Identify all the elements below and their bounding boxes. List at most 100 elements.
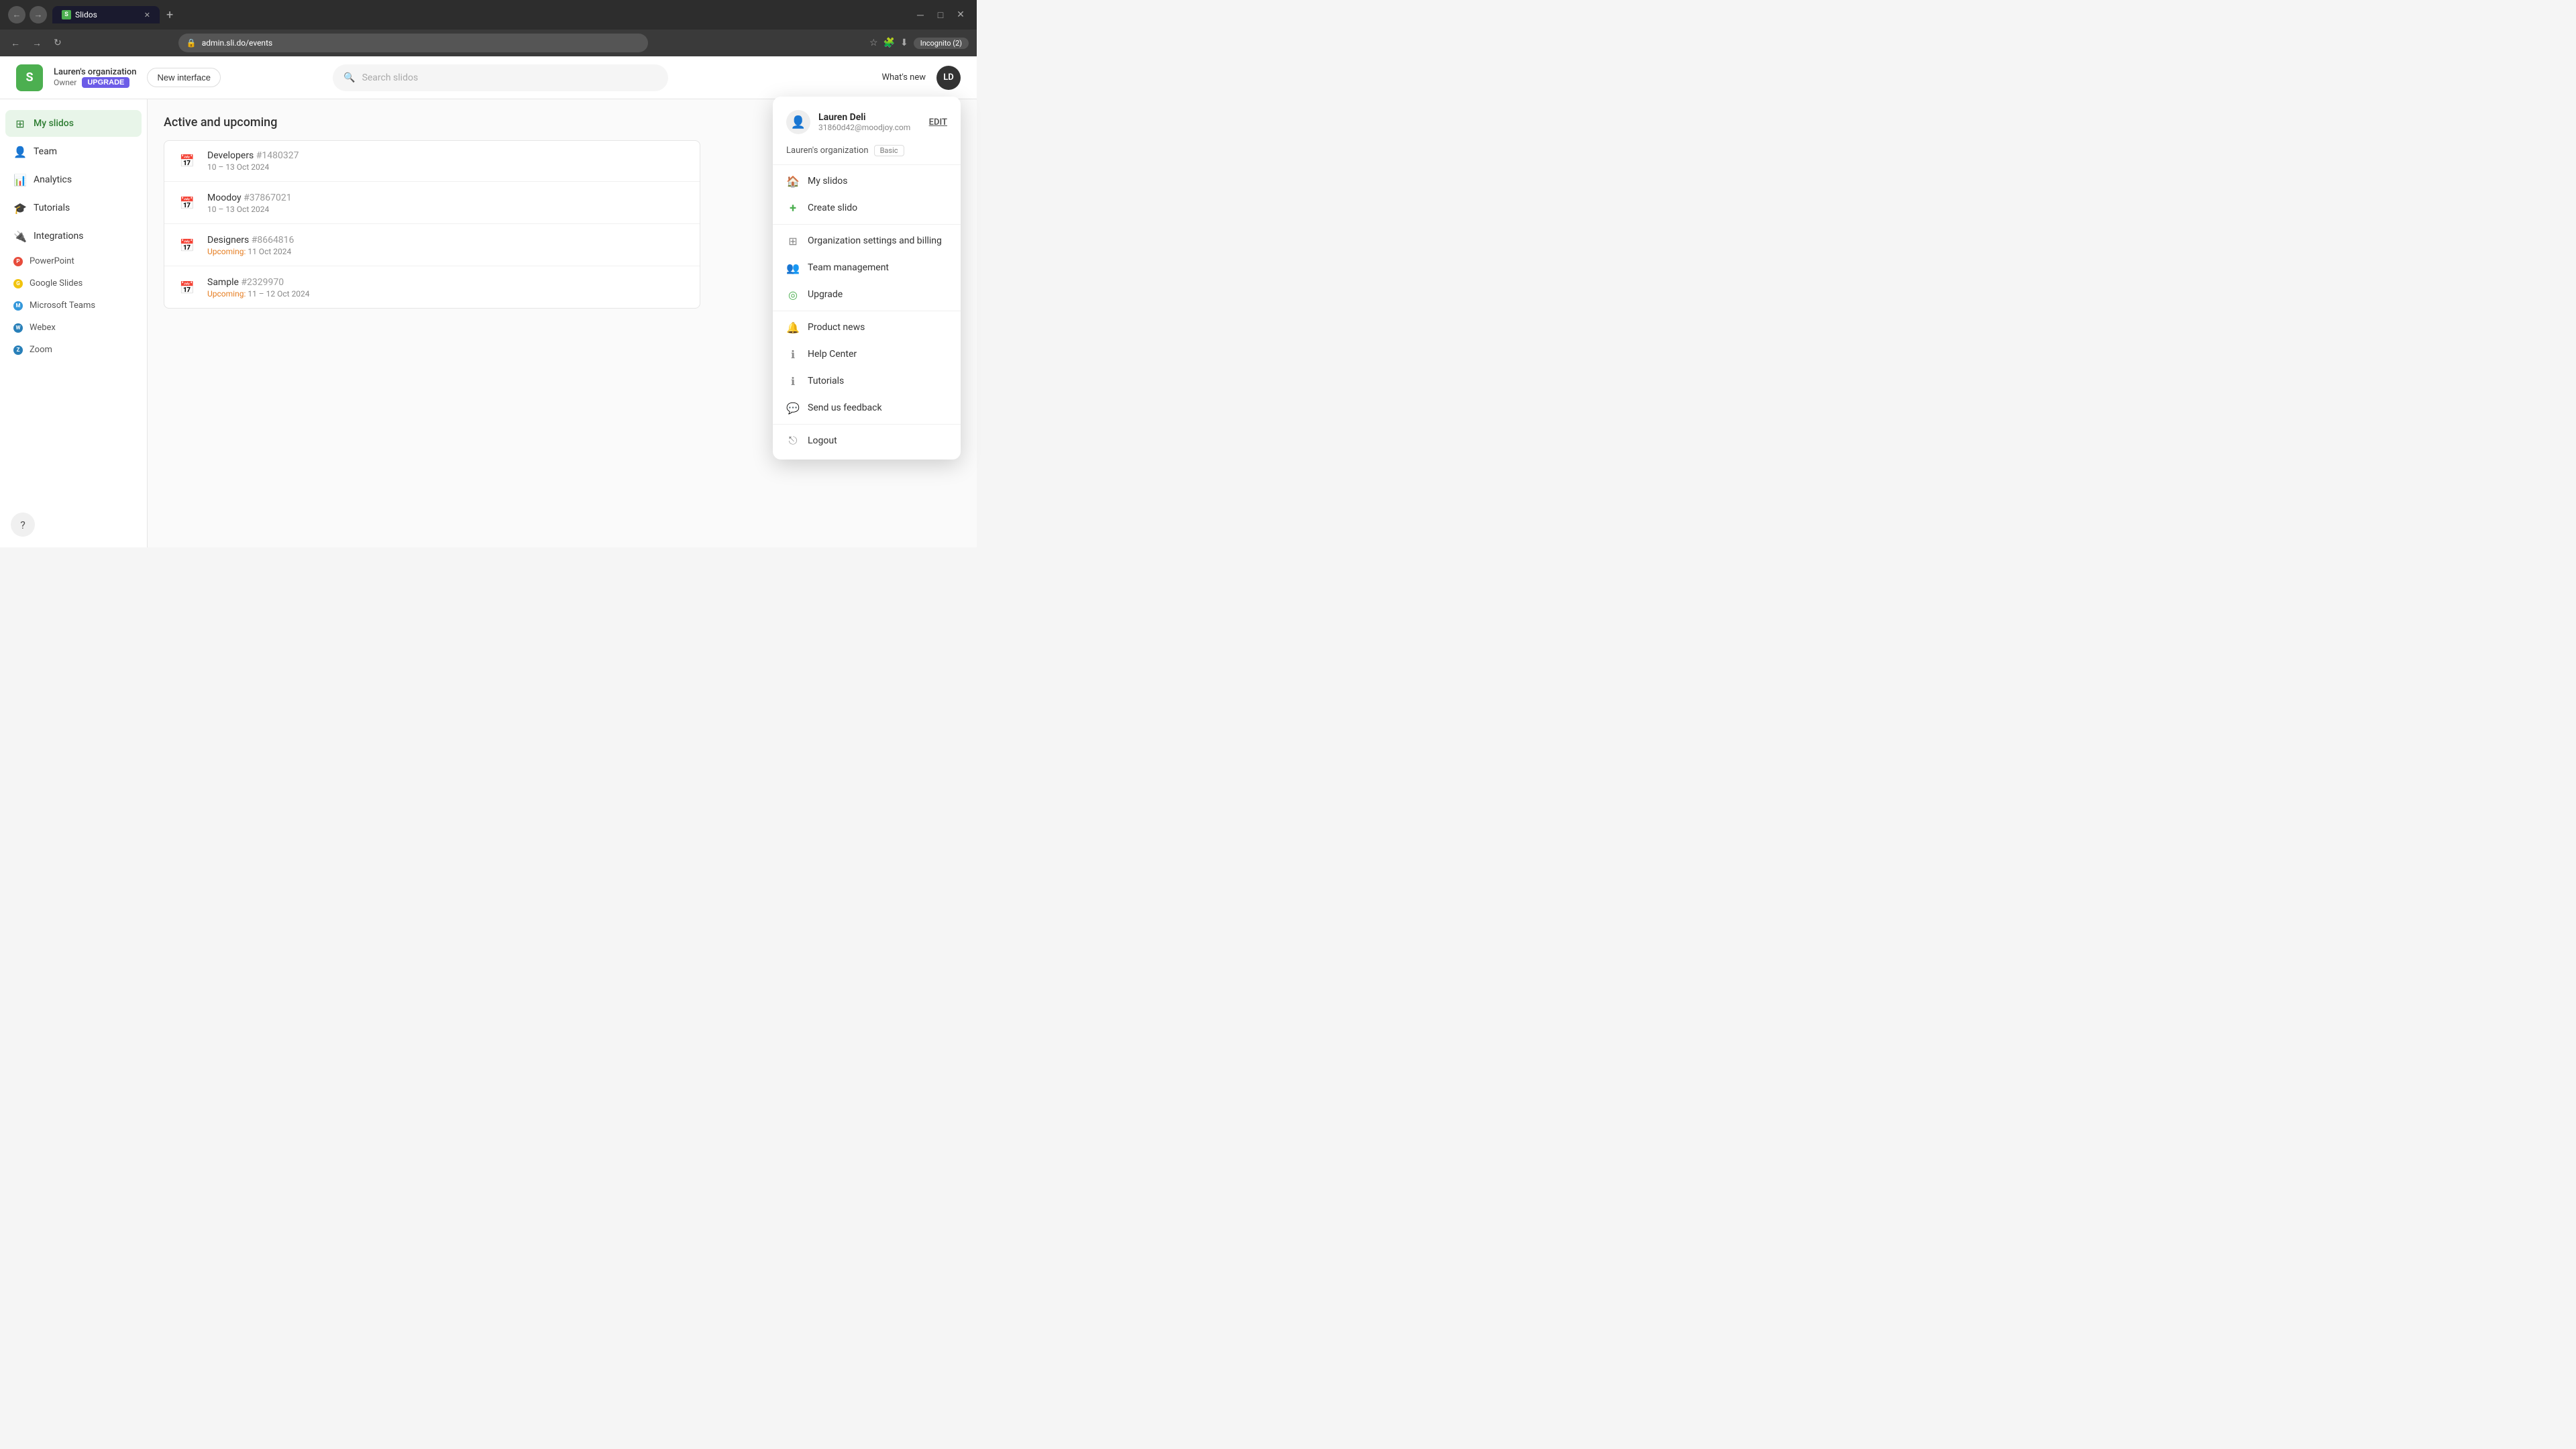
calendar-icon-sample: 📅	[178, 278, 197, 297]
bookmark-icon[interactable]: ☆	[869, 38, 878, 49]
tab-close-button[interactable]: ✕	[144, 11, 150, 19]
dropdown-user-email: 31860d42@moodjoy.com	[818, 123, 910, 132]
dropdown-logout-icon: ⎋	[786, 434, 800, 447]
close-button[interactable]: ✕	[953, 7, 969, 23]
dropdown-divider-2	[773, 224, 961, 225]
dropdown-item-org-settings[interactable]: ⊞ Organization settings and billing	[773, 227, 961, 254]
sidebar-label-tutorials: Tutorials	[34, 203, 70, 213]
tutorials-icon: 🎓	[13, 201, 27, 215]
event-item-developers[interactable]: 📅 Developers #1480327 10 – 13 Oct 2024	[164, 141, 700, 182]
event-info-sample: Sample #2329970 Upcoming: 11 – 12 Oct 20…	[207, 277, 310, 299]
back-button[interactable]: ←	[8, 6, 25, 23]
dropdown-item-tutorials[interactable]: ℹ Tutorials	[773, 368, 961, 394]
dropdown-item-logout[interactable]: ⎋ Logout	[773, 427, 961, 454]
sidebar-item-microsoft-teams[interactable]: M Microsoft Teams	[5, 295, 142, 316]
tab-bar: S Slidos ✕ +	[52, 6, 907, 23]
upgrade-button[interactable]: UPGRADE	[82, 77, 129, 88]
sidebar-item-zoom[interactable]: Z Zoom	[5, 339, 142, 360]
dropdown-user-name: Lauren Deli	[818, 112, 910, 123]
dropdown-item-team-management[interactable]: 👥 Team management	[773, 254, 961, 281]
sidebar-item-tutorials[interactable]: 🎓 Tutorials	[5, 195, 142, 221]
sidebar-item-team[interactable]: 👤 Team	[5, 138, 142, 165]
dropdown-tutorials-label: Tutorials	[808, 376, 844, 386]
dropdown-org-settings-icon: ⊞	[786, 234, 800, 248]
dropdown-feedback-icon: 💬	[786, 401, 800, 415]
org-role-row: Owner UPGRADE	[54, 77, 136, 88]
upcoming-label-designers: Upcoming:	[207, 247, 248, 256]
event-item-moodoy[interactable]: 📅 Moodoy #37867021 10 – 13 Oct 2024	[164, 183, 700, 224]
sidebar-item-google-slides[interactable]: G Google Slides	[5, 273, 142, 294]
minimize-button[interactable]: ─	[912, 7, 928, 23]
dropdown-upgrade-label: Upgrade	[808, 289, 843, 300]
dropdown-item-feedback[interactable]: 💬 Send us feedback	[773, 394, 961, 421]
event-item-designers[interactable]: 📅 Designers #8664816 Upcoming: 11 Oct 20…	[164, 225, 700, 266]
incognito-badge: Incognito (2)	[914, 38, 969, 49]
logo-icon: S	[16, 64, 43, 91]
zoom-label: Zoom	[30, 345, 52, 355]
event-id-moodoy: #37867021	[244, 193, 292, 203]
sidebar-item-powerpoint[interactable]: P PowerPoint	[5, 251, 142, 272]
address-actions: ☆ 🧩 ⬇ Incognito (2)	[869, 38, 969, 49]
user-avatar-button[interactable]: LD	[936, 66, 961, 90]
new-interface-button[interactable]: New interface	[147, 68, 220, 87]
dropdown-help-icon: ℹ	[786, 347, 800, 361]
browser-chrome: ← → S Slidos ✕ + ─ □ ✕	[0, 0, 977, 30]
event-date-moodoy: 10 – 13 Oct 2024	[207, 205, 292, 214]
dropdown-user-section: 👤 Lauren Deli 31860d42@moodjoy.com EDIT	[773, 102, 961, 141]
event-name-designers: Designers #8664816	[207, 235, 294, 246]
dropdown-team-icon: 👥	[786, 261, 800, 274]
my-slidos-icon: ⊞	[13, 117, 27, 130]
google-slides-label: Google Slides	[30, 278, 83, 288]
event-date-developers: 10 – 13 Oct 2024	[207, 162, 299, 172]
download-icon[interactable]: ⬇	[900, 38, 908, 49]
calendar-icon-moodoy: 📅	[178, 194, 197, 213]
active-tab[interactable]: S Slidos ✕	[52, 6, 160, 23]
dropdown-my-slidos-label: My slidos	[808, 176, 847, 186]
event-item-sample[interactable]: 📅 Sample #2329970 Upcoming: 11 – 12 Oct …	[164, 268, 700, 308]
dropdown-edit-button[interactable]: EDIT	[929, 117, 947, 127]
app-header: S Lauren's organization Owner UPGRADE Ne…	[0, 56, 977, 99]
calendar-icon-designers: 📅	[178, 236, 197, 255]
dropdown-create-icon: +	[786, 201, 800, 215]
dropdown-item-help-center[interactable]: ℹ Help Center	[773, 341, 961, 368]
dropdown-user-info: Lauren Deli 31860d42@moodjoy.com	[818, 112, 910, 132]
powerpoint-icon: P	[13, 257, 23, 266]
webex-icon: W	[13, 323, 23, 333]
event-info-designers: Designers #8664816 Upcoming: 11 Oct 2024	[207, 235, 294, 256]
forward-nav-button[interactable]: →	[30, 35, 44, 52]
dropdown-upgrade-icon: ◎	[786, 288, 800, 301]
dropdown-item-product-news[interactable]: 🔔 Product news	[773, 314, 961, 341]
event-id-developers: #1480327	[256, 150, 299, 161]
dropdown-divider-1	[773, 164, 961, 165]
dropdown-tutorials-icon: ℹ	[786, 374, 800, 388]
sidebar-item-analytics[interactable]: 📊 Analytics	[5, 166, 142, 193]
sidebar-item-my-slidos[interactable]: ⊞ My slidos	[5, 110, 142, 137]
dropdown-feedback-label: Send us feedback	[808, 402, 882, 413]
dropdown-org-badge: Basic	[874, 145, 904, 156]
dropdown-item-my-slidos[interactable]: 🏠 My slidos	[773, 168, 961, 195]
whats-new-button[interactable]: What's new	[881, 72, 926, 83]
dropdown-create-label: Create slido	[808, 203, 857, 213]
dropdown-item-create-slido[interactable]: + Create slido	[773, 195, 961, 221]
sidebar-item-integrations[interactable]: 🔌 Integrations	[5, 223, 142, 250]
sidebar: ⊞ My slidos 👤 Team 📊 Analytics 🎓 Tutoria…	[0, 99, 148, 547]
new-tab-button[interactable]: +	[162, 8, 177, 22]
sidebar-item-webex[interactable]: W Webex	[5, 317, 142, 338]
help-button[interactable]: ?	[11, 513, 35, 537]
window-controls: ─ □ ✕	[912, 7, 969, 23]
url-bar[interactable]: 🔒 admin.sli.do/events	[178, 34, 648, 52]
event-date-sample: Upcoming: 11 – 12 Oct 2024	[207, 289, 310, 299]
dropdown-news-label: Product news	[808, 322, 865, 333]
event-name-moodoy: Moodoy #37867021	[207, 193, 292, 203]
extensions-icon[interactable]: 🧩	[883, 38, 895, 49]
integrations-icon: 🔌	[13, 229, 27, 243]
microsoft-teams-icon: M	[13, 301, 23, 311]
event-id-sample: #2329970	[241, 277, 284, 288]
back-nav-button[interactable]: ←	[8, 35, 23, 52]
search-bar[interactable]: 🔍 Search slidos	[333, 64, 668, 91]
dropdown-item-upgrade[interactable]: ◎ Upgrade	[773, 281, 961, 308]
refresh-button[interactable]: ↻	[51, 35, 64, 51]
user-dropdown-menu: 👤 Lauren Deli 31860d42@moodjoy.com EDIT …	[773, 97, 961, 460]
maximize-button[interactable]: □	[932, 7, 949, 23]
forward-button[interactable]: →	[30, 6, 47, 23]
